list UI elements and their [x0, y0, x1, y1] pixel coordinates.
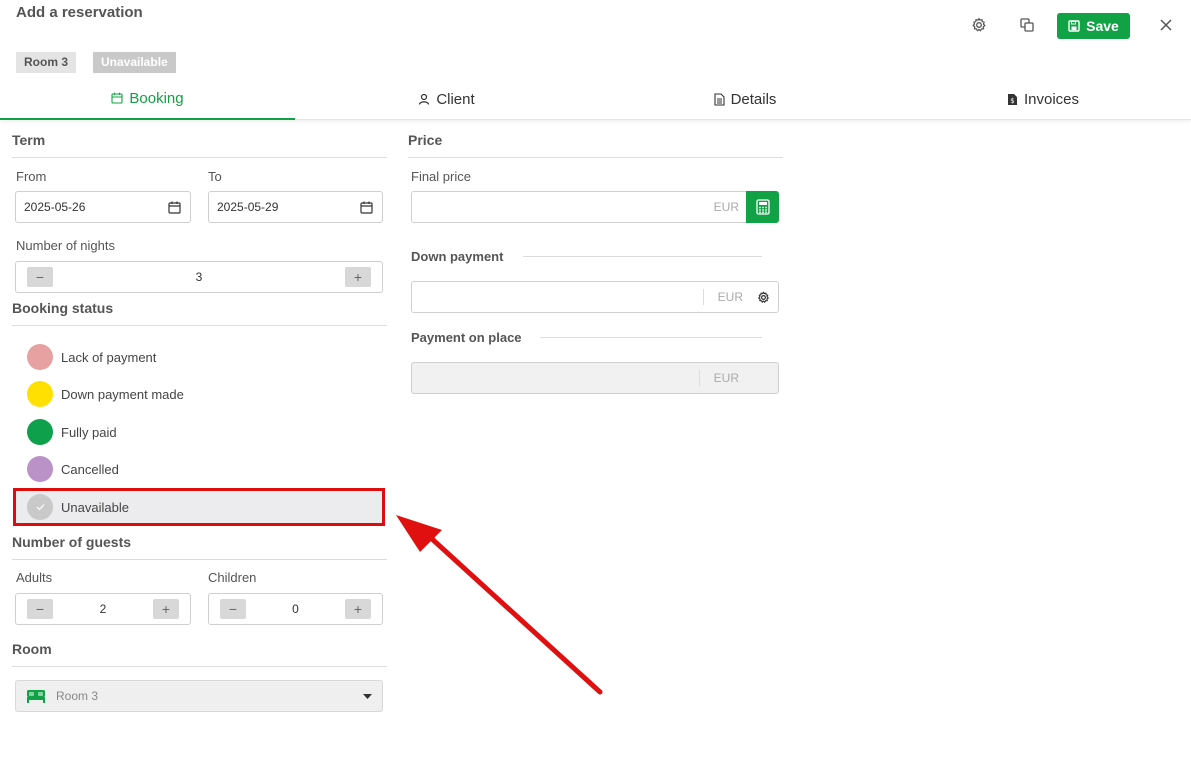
payment-on-place-field: EUR — [411, 362, 779, 394]
price-divider — [408, 157, 783, 158]
tab-label: Details — [730, 90, 777, 108]
status-option-lack-of-payment[interactable]: Lack of payment — [14, 339, 384, 375]
calculator-button[interactable] — [746, 191, 779, 223]
close-icon[interactable] — [1155, 14, 1177, 36]
guests-title: Number of guests — [12, 534, 132, 550]
calculator-icon — [755, 199, 770, 215]
status-badge: Unavailable — [93, 52, 176, 73]
status-option-down-payment[interactable]: Down payment made — [14, 376, 384, 412]
payment-on-place-divider — [540, 337, 762, 338]
status-label: Unavailable — [61, 499, 129, 515]
to-date-value: 2025-05-29 — [217, 200, 279, 214]
final-price-field[interactable]: EUR — [411, 191, 748, 223]
status-option-fully-paid[interactable]: Fully paid — [14, 414, 384, 450]
price-title: Price — [408, 132, 443, 148]
from-date-value: 2025-05-26 — [24, 200, 86, 214]
status-option-unavailable[interactable]: Unavailable — [14, 489, 384, 525]
room-select[interactable]: Room 3 — [15, 680, 383, 712]
tab-booking[interactable]: Booking — [0, 78, 295, 120]
tab-invoices[interactable]: $ Invoices — [895, 78, 1191, 120]
document-icon — [714, 92, 725, 106]
invoice-icon: $ — [1007, 93, 1017, 105]
status-dot — [27, 419, 53, 445]
decrement-button[interactable]: − — [27, 267, 53, 287]
tab-label: Booking — [129, 89, 184, 107]
page-title: Add a reservation — [16, 4, 143, 21]
gear-icon[interactable] — [968, 14, 990, 36]
save-button[interactable]: Save — [1057, 13, 1130, 39]
bed-icon — [27, 690, 45, 703]
decrement-button[interactable]: − — [220, 599, 246, 619]
save-label: Save — [1086, 18, 1119, 34]
room-title: Room — [12, 641, 52, 657]
adults-stepper[interactable]: 2 − + — [15, 593, 191, 625]
booking-status-title: Booking status — [12, 300, 114, 316]
caret-down-icon — [363, 693, 372, 699]
calendar-icon[interactable] — [358, 199, 374, 215]
currency-label: EUR — [698, 370, 739, 386]
increment-button[interactable]: + — [153, 599, 179, 619]
from-label: From — [16, 169, 47, 184]
status-label: Lack of payment — [61, 349, 157, 365]
tab-label: Client — [436, 90, 475, 108]
down-payment-field[interactable]: EUR — [411, 281, 779, 313]
room-divider — [12, 666, 387, 667]
increment-button[interactable]: + — [345, 267, 371, 287]
status-label: Down payment made — [61, 386, 184, 402]
decrement-button[interactable]: − — [27, 599, 53, 619]
nights-value: 3 — [195, 270, 203, 284]
payment-on-place-label: Payment on place — [411, 330, 522, 345]
status-dot — [27, 381, 53, 407]
status-label: Cancelled — [61, 461, 119, 477]
status-dot — [27, 456, 53, 482]
save-icon — [1068, 20, 1080, 32]
adults-label: Adults — [16, 570, 53, 585]
svg-text:$: $ — [1010, 97, 1014, 105]
nights-label: Number of nights — [16, 238, 115, 253]
nights-stepper[interactable]: 3 − + — [15, 261, 383, 293]
currency-label: EUR — [702, 289, 743, 305]
calendar-icon[interactable] — [166, 199, 182, 215]
increment-button[interactable]: + — [345, 599, 371, 619]
copy-icon[interactable] — [1016, 14, 1038, 36]
user-icon — [419, 93, 430, 105]
status-dot — [27, 344, 53, 370]
to-label: To — [208, 169, 222, 184]
down-payment-label: Down payment — [411, 249, 504, 264]
status-option-cancelled[interactable]: Cancelled — [14, 451, 384, 487]
tab-details[interactable]: Details — [595, 78, 895, 120]
down-payment-divider — [523, 256, 762, 257]
booking-status-divider — [12, 325, 387, 326]
tab-client[interactable]: Client — [298, 78, 595, 120]
tab-bar: Booking Client Details $ Invoices — [0, 78, 1191, 120]
children-label: Children — [208, 570, 257, 585]
term-divider — [12, 157, 387, 158]
room-badge: Room 3 — [16, 52, 77, 73]
final-price-label: Final price — [411, 169, 471, 184]
to-date-field[interactable]: 2025-05-29 — [208, 191, 383, 223]
tab-label: Invoices — [1023, 90, 1080, 108]
status-dot — [27, 494, 53, 520]
children-stepper[interactable]: 0 − + — [208, 593, 383, 625]
from-date-field[interactable]: 2025-05-26 — [15, 191, 191, 223]
status-label: Fully paid — [61, 424, 117, 440]
currency-label: EUR — [713, 200, 739, 214]
guests-divider — [12, 559, 387, 560]
check-icon — [36, 504, 44, 511]
room-select-value: Room 3 — [56, 689, 99, 703]
calendar-icon — [111, 92, 123, 104]
gear-icon[interactable] — [757, 291, 770, 304]
term-title: Term — [12, 132, 46, 148]
